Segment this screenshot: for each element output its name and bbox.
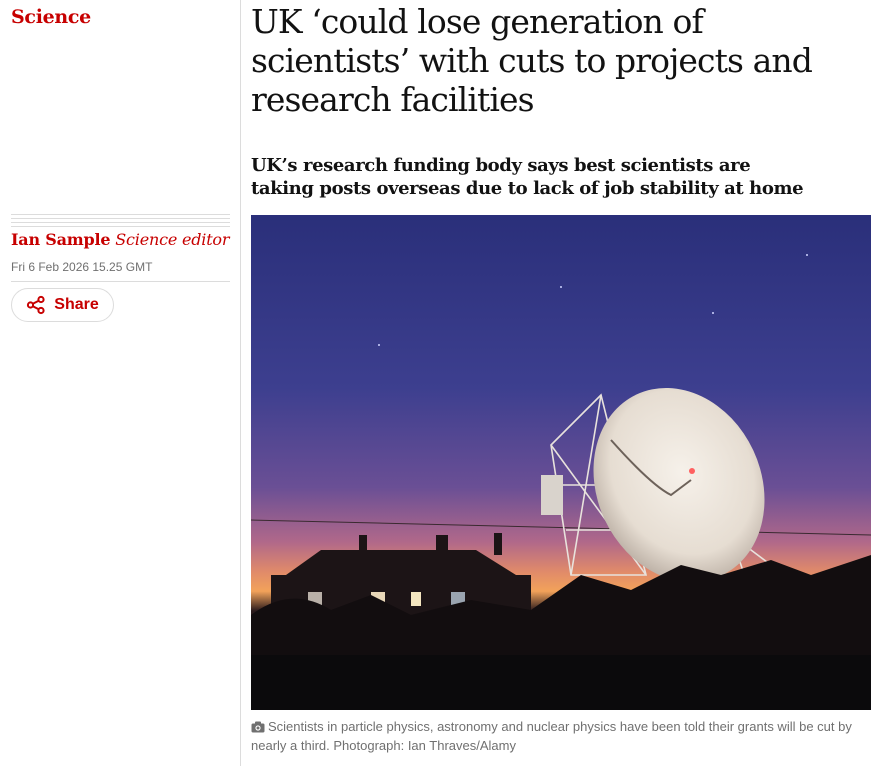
publish-date: Fri 6 Feb 2026 15.25 GMT [11, 260, 153, 274]
byline: Ian Sample Science editor [11, 230, 230, 249]
section-label[interactable]: Science [11, 6, 91, 28]
camera-icon [251, 721, 265, 733]
author-name[interactable]: Ian Sample [11, 230, 111, 249]
photo-caption: Scientists in particle physics, astronom… [251, 717, 871, 755]
main-photo[interactable] [251, 215, 871, 710]
author-role: Science editor [115, 230, 230, 249]
article-meta-column: Science Ian Sample Science editor Fri 6 … [11, 0, 230, 766]
meta-top-rules [11, 214, 230, 227]
share-label: Share [54, 296, 99, 313]
share-button[interactable]: Share [11, 288, 114, 322]
headline: UK ‘could lose generation of scientists’… [251, 2, 813, 119]
caption-text: Scientists in particle physics, astronom… [251, 719, 852, 753]
standfirst: UK’s research funding body says best sci… [251, 155, 804, 199]
column-divider [240, 0, 241, 766]
telescope-photo [251, 215, 871, 710]
share-icon [27, 295, 45, 315]
divider [11, 281, 230, 282]
